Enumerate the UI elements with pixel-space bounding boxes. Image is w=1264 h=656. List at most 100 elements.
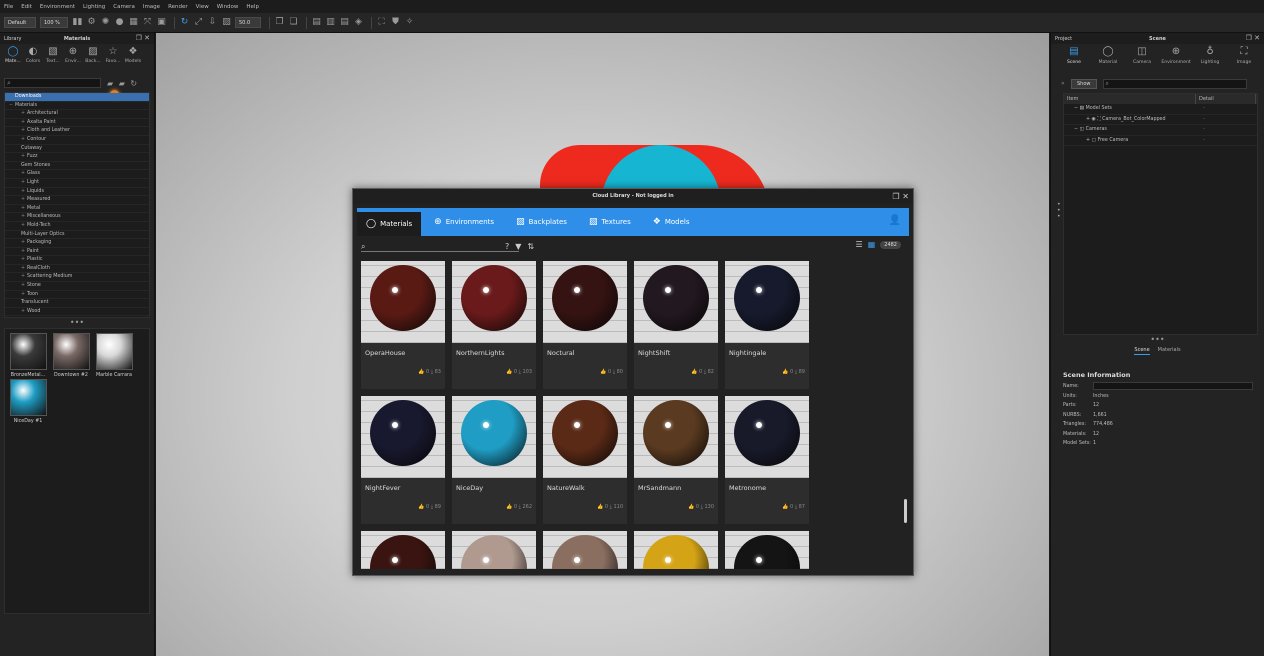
tree-item[interactable]: + Scattering Medium — [5, 273, 149, 283]
material-card[interactable]: NatureWalk 👍 0 ⤓ 110 — [543, 396, 627, 524]
material-card[interactable]: NiceDay 👍 0 ⤓ 262 — [452, 396, 536, 524]
tree-item[interactable]: + Plastic — [5, 256, 149, 265]
subtab-materials[interactable]: Materials — [1158, 347, 1181, 355]
thumbs-up-icon[interactable]: 👍 — [691, 369, 699, 375]
menu-item-file[interactable]: File — [4, 4, 13, 10]
project-tab-image[interactable]: ⛶ Image — [1227, 44, 1261, 72]
scene-tree-item[interactable]: + ◉ ⛶ Camera_Bot_ColorMapped - — [1064, 115, 1257, 125]
thumbs-up-icon[interactable]: 👍 — [418, 504, 426, 510]
window-controls[interactable]: ❐ ✕ — [136, 34, 150, 42]
zoom-field[interactable]: 100 % — [40, 17, 68, 28]
menu-item-edit[interactable]: Edit — [21, 4, 32, 10]
material-card[interactable] — [543, 531, 627, 569]
tree-item[interactable]: + Contour — [5, 136, 149, 145]
tree-item[interactable]: + Wood — [5, 308, 149, 317]
thumbs-up-icon[interactable]: 👍 — [782, 504, 790, 510]
pause-icon[interactable]: ▮▮ — [72, 17, 83, 28]
scene-search-input[interactable]: ⌕ — [1102, 78, 1247, 89]
tree-item[interactable]: Translucent — [5, 299, 149, 308]
scene-tree-item[interactable]: − ▤ Model Sets - — [1064, 104, 1257, 115]
menu-item-environment[interactable]: Environment — [40, 4, 75, 10]
material-card[interactable]: OperaHouse 👍 0 ⤓ 83 — [361, 261, 445, 389]
fov-field[interactable]: 50.0 — [235, 17, 261, 28]
snap-icon[interactable]: ⛶ — [376, 17, 387, 28]
tab-environments[interactable]: ⊕ Environments — [425, 212, 503, 232]
material-card[interactable] — [725, 531, 809, 569]
library-tab[interactable]: ▧ Text... — [43, 44, 63, 72]
material-card[interactable] — [634, 531, 718, 569]
thumbs-up-icon[interactable]: 👍 — [597, 504, 605, 510]
preset-dropdown[interactable]: Default — [4, 17, 36, 28]
tree-item[interactable]: + Packaging — [5, 239, 149, 248]
scene-tree-item[interactable]: + ▢ Free Camera - — [1064, 136, 1257, 146]
thumbs-up-icon[interactable]: 👍 — [418, 369, 426, 375]
tree-item[interactable]: + RealCloth — [5, 265, 149, 274]
stack-icon[interactable]: ◈ — [353, 17, 364, 28]
align3-icon[interactable]: ▤ — [339, 17, 350, 28]
material-card[interactable]: MrSandmann 👍 0 ⤓ 130 — [634, 396, 718, 524]
thumbs-up-icon[interactable]: 👍 — [600, 369, 608, 375]
tree-item[interactable]: + Glass — [5, 170, 149, 179]
material-card[interactable]: NightShift 👍 0 ⤓ 82 — [634, 261, 718, 389]
scene-tree-item[interactable]: − ◫ Cameras - — [1064, 125, 1257, 136]
tab-textures[interactable]: ▧ Textures — [580, 212, 640, 232]
material-card[interactable] — [361, 531, 445, 569]
window-controls[interactable]: ❐ ✕ — [1246, 34, 1260, 42]
render-mode-icon[interactable]: ✺ — [100, 17, 111, 28]
tree-item[interactable]: Downloads — [5, 93, 149, 102]
folder-icon[interactable]: ▰ — [107, 79, 113, 88]
library-tab[interactable]: ❖ Models — [123, 44, 143, 72]
menu-item-render[interactable]: Render — [168, 4, 188, 10]
library-tab[interactable]: ▨ Back... — [83, 44, 103, 72]
thumbs-up-icon[interactable]: 👍 — [688, 504, 696, 510]
tree-item[interactable]: + Fuzz — [5, 153, 149, 162]
menu-item-camera[interactable]: Camera — [113, 4, 135, 10]
material-thumbnail[interactable]: BronzeMetal... — [8, 333, 48, 378]
side-handle[interactable]: • • • — [1057, 202, 1061, 220]
material-card[interactable]: Nightingale 👍 0 ⤓ 89 — [725, 261, 809, 389]
drop-icon[interactable]: ⇩ — [207, 17, 218, 28]
tree-item[interactable]: + Light — [5, 179, 149, 188]
tree-item[interactable]: + Axalta Paint — [5, 119, 149, 128]
show-button[interactable]: Show — [1071, 78, 1097, 89]
library-search-input[interactable]: ⌕ — [4, 78, 101, 88]
region-icon[interactable]: ▣ — [156, 17, 167, 28]
library-tab[interactable]: ⊕ Envir... — [63, 44, 83, 72]
material-card[interactable]: NightFever 👍 0 ⤓ 89 — [361, 396, 445, 524]
tree-item[interactable]: Gem Stones — [5, 162, 149, 171]
help-icon[interactable]: ? — [505, 242, 509, 251]
dialog-scrollbar[interactable] — [904, 499, 907, 523]
menu-item-image[interactable]: Image — [143, 4, 160, 10]
project-tab-camera[interactable]: ◫ Camera — [1125, 44, 1159, 72]
paste-icon[interactable]: ❏ — [288, 17, 299, 28]
library-tab[interactable]: ◐ Colors — [23, 44, 43, 72]
menu-item-help[interactable]: Help — [246, 4, 259, 10]
scene-name-input[interactable] — [1093, 382, 1253, 390]
tree-item[interactable]: + Miscellaneous — [5, 213, 149, 222]
grid-view-icon[interactable]: ▦ — [868, 240, 876, 249]
tree-item[interactable]: + Cloth and Leather — [5, 127, 149, 136]
dialog-search-input[interactable]: ⌕ — [361, 241, 519, 252]
copy-icon[interactable]: ❐ — [274, 17, 285, 28]
tree-item[interactable]: + Mold-Tech — [5, 222, 149, 231]
tree-item[interactable]: Cutaway — [5, 145, 149, 154]
project-tab-material[interactable]: ◯ Material — [1091, 44, 1125, 72]
tree-item[interactable]: + Metal — [5, 205, 149, 214]
shield-icon[interactable]: ⛊ — [390, 17, 401, 28]
user-icon[interactable]: 👤 — [889, 215, 901, 226]
tree-item[interactable]: + Toon — [5, 291, 149, 300]
sort-icon[interactable]: ⇅ — [527, 242, 534, 251]
column-item[interactable]: Item — [1064, 94, 1196, 104]
filter-icon[interactable]: ▼ — [515, 242, 521, 251]
list-view-icon[interactable]: ☰ — [856, 240, 863, 249]
tree-item[interactable]: − Materials — [5, 102, 149, 111]
material-card[interactable]: Noctural 👍 0 ⤓ 80 — [543, 261, 627, 389]
thumbs-up-icon[interactable]: 👍 — [782, 369, 790, 375]
tab-models[interactable]: ❖ Models — [644, 212, 699, 232]
rotate-icon[interactable]: ↻ — [179, 17, 190, 28]
fit-icon[interactable]: ⤢ — [193, 17, 204, 28]
tree-item[interactable]: + Liquids — [5, 188, 149, 197]
menu-item-view[interactable]: View — [196, 4, 209, 10]
dialog-window-controls[interactable]: ❐ ✕ — [892, 189, 909, 204]
tab-backplates[interactable]: ▨ Backplates — [507, 212, 576, 232]
